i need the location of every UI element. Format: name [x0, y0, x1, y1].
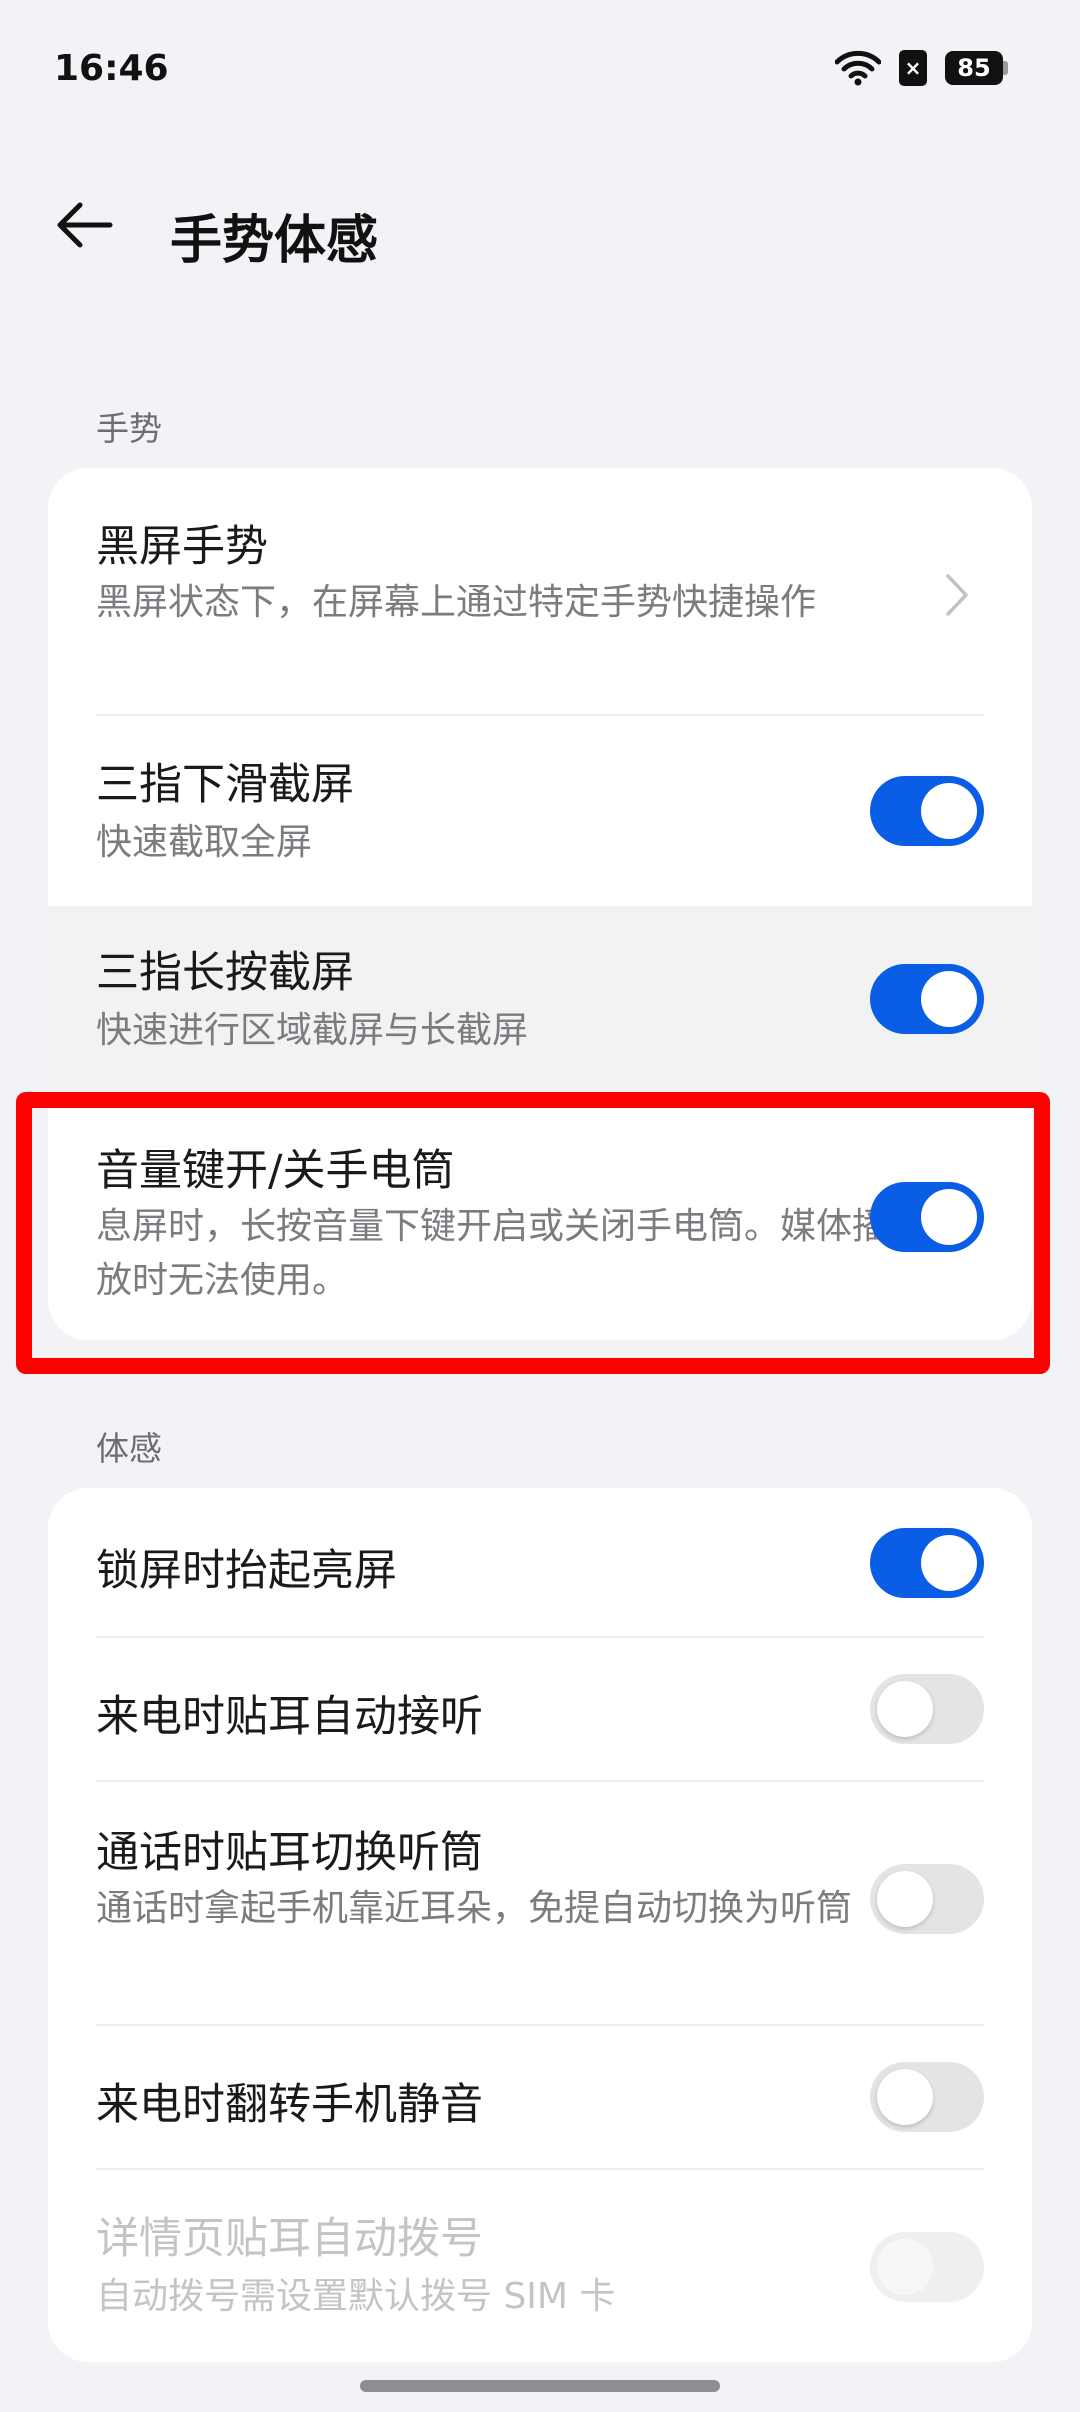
page-title: 手势体感	[170, 211, 379, 271]
section-header-gestures: 手势	[96, 409, 162, 448]
status-bar: 16:46 × 85	[0, 0, 1080, 140]
toggle-knob	[921, 783, 977, 839]
battery-tip	[1003, 61, 1008, 75]
toggle-switch[interactable]	[870, 1674, 984, 1744]
toggle-knob	[877, 2239, 933, 2295]
row-subtitle: 快速截取全屏	[96, 822, 313, 863]
row-title: 三指长按截屏	[96, 948, 354, 998]
toggle-knob	[921, 971, 977, 1027]
sim-card-icon: ×	[899, 50, 927, 86]
row-three-finger-swipe-screenshot[interactable]: 三指下滑截屏 快速截取全屏	[48, 716, 1032, 904]
status-time: 16:46	[54, 48, 169, 89]
row-screen-off-gestures[interactable]: 黑屏手势 黑屏状态下，在屏幕上通过特定手势快捷操作	[48, 468, 1032, 716]
toggle-switch[interactable]	[870, 2062, 984, 2132]
row-subtitle: 快速进行区域截屏与长截屏	[96, 1010, 529, 1051]
row-flip-to-mute[interactable]: 来电时翻转手机静音	[48, 2026, 1032, 2170]
row-three-finger-hold-screenshot[interactable]: 三指长按截屏 快速进行区域截屏与长截屏	[48, 906, 1032, 1092]
toggle-switch[interactable]	[870, 1864, 984, 1934]
arrow-left-icon[interactable]	[54, 200, 114, 250]
toggle-knob	[921, 1535, 977, 1591]
row-raise-to-wake[interactable]: 锁屏时抬起亮屏	[48, 1488, 1032, 1638]
row-title: 黑屏手势	[96, 522, 268, 572]
toggle-knob	[877, 1871, 933, 1927]
row-title: 来电时贴耳自动接听	[96, 1692, 483, 1742]
row-subtitle: 自动拨号需设置默认拨号 SIM 卡	[96, 2276, 616, 2317]
motion-card: 锁屏时抬起亮屏 来电时贴耳自动接听 通话时贴耳切换听筒 通话时拿起手机靠近耳朵，…	[48, 1488, 1032, 2362]
row-title: 三指下滑截屏	[96, 760, 354, 810]
toggle-switch	[870, 2232, 984, 2302]
chevron-right-icon	[942, 570, 972, 620]
section-header-motion: 体感	[96, 1429, 162, 1468]
app-header: 手势体感	[0, 180, 1080, 271]
highlight-frame	[16, 1092, 1050, 1374]
home-indicator[interactable]	[360, 2380, 720, 2392]
toggle-knob	[877, 1681, 933, 1737]
row-switch-to-earpiece[interactable]: 通话时贴耳切换听筒 通话时拿起手机靠近耳朵，免提自动切换为听筒	[48, 1782, 1032, 2026]
row-title: 来电时翻转手机静音	[96, 2080, 483, 2130]
row-auto-answer-near-ear[interactable]: 来电时贴耳自动接听	[48, 1638, 1032, 1782]
toggle-switch[interactable]	[870, 964, 984, 1034]
row-subtitle: 通话时拿起手机靠近耳朵，免提自动切换为听筒	[96, 1888, 853, 1929]
row-auto-dial-near-ear: 详情页贴耳自动拨号 自动拨号需设置默认拨号 SIM 卡	[48, 2170, 1032, 2362]
battery-icon: 85	[945, 51, 1008, 85]
toggle-switch[interactable]	[870, 1528, 984, 1598]
row-subtitle: 黑屏状态下，在屏幕上通过特定手势快捷操作	[96, 582, 817, 623]
toggle-knob	[877, 2069, 933, 2125]
row-title: 通话时贴耳切换听筒	[96, 1828, 483, 1878]
status-icons: × 85	[835, 50, 1008, 86]
battery-level: 85	[945, 51, 1003, 85]
row-title: 详情页贴耳自动拨号	[96, 2214, 483, 2264]
row-title: 锁屏时抬起亮屏	[96, 1546, 397, 1596]
toggle-switch[interactable]	[870, 776, 984, 846]
wifi-icon	[835, 50, 881, 86]
